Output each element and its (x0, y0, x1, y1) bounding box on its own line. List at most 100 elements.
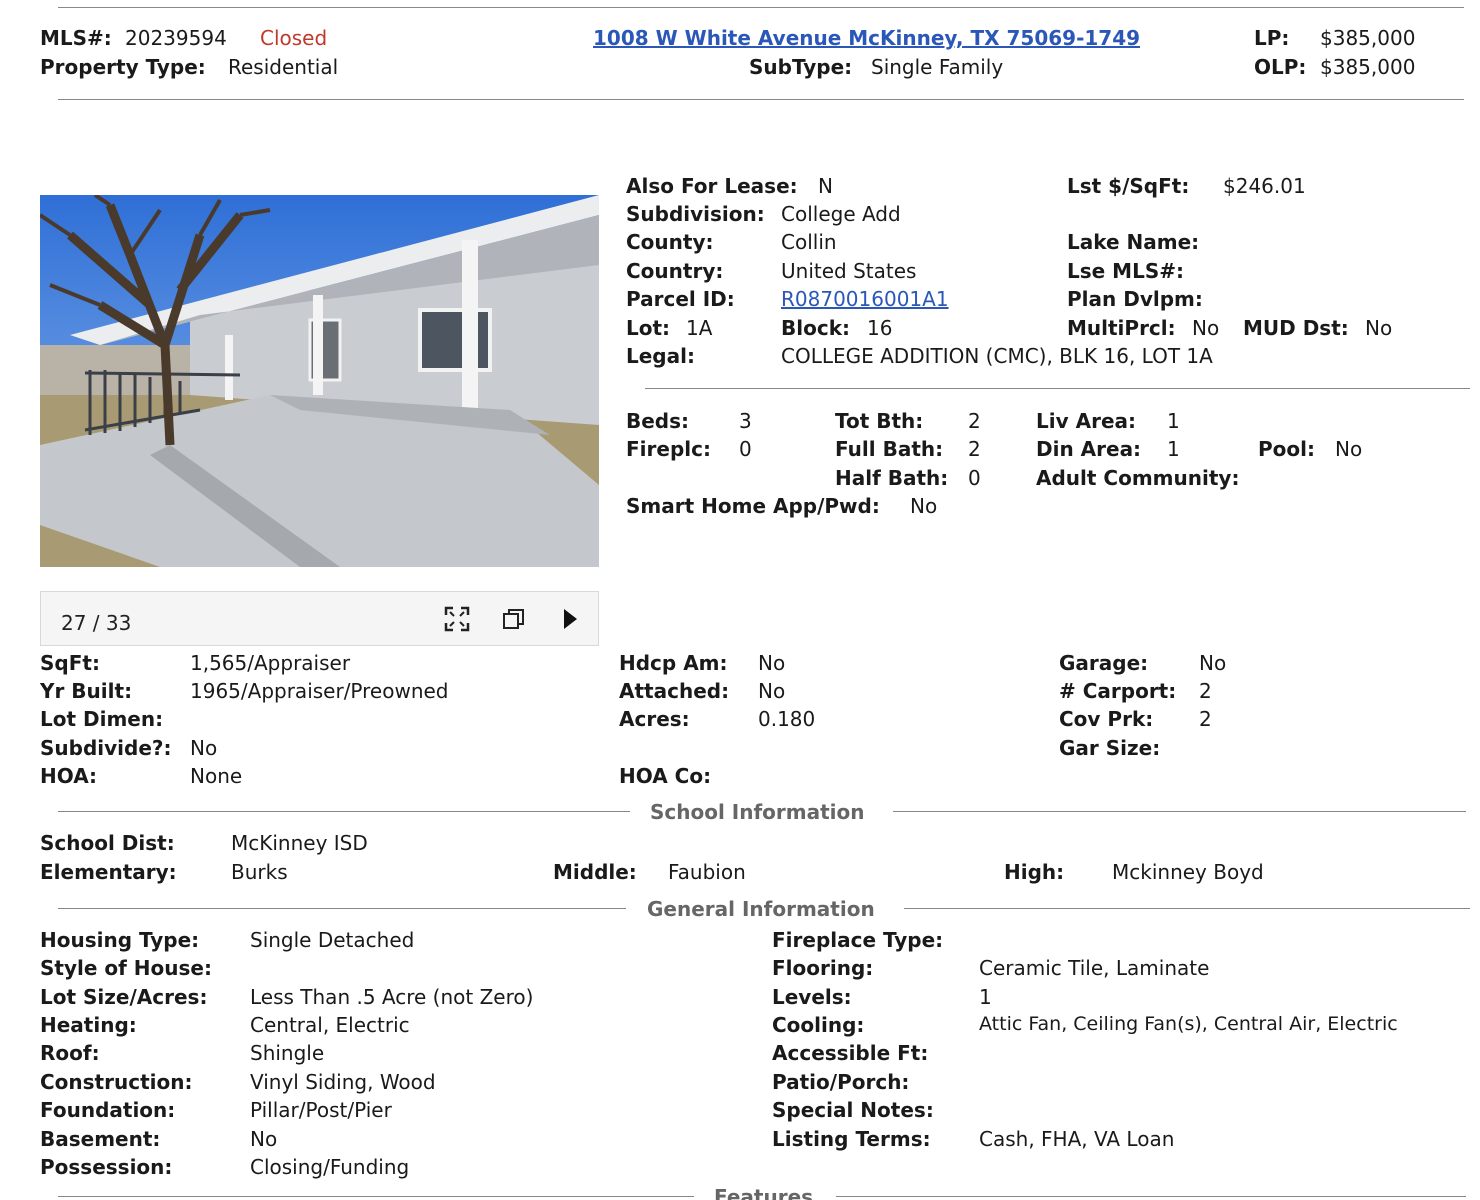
next-arrow-icon[interactable] (557, 606, 583, 632)
full-bath-value: 2 (968, 437, 981, 461)
photo-counter: 27 / 33 (61, 611, 132, 635)
gen-right-label: Patio/Porch: (772, 1070, 910, 1094)
pool-label: Pool: (1258, 437, 1315, 461)
high-value: Mckinney Boyd (1112, 860, 1264, 884)
gen-left-label: Basement: (40, 1127, 161, 1151)
top-rule (58, 7, 1464, 8)
features-section-title: Features (714, 1185, 814, 1200)
property-type-label: Property Type: (40, 55, 206, 79)
gen-left-label: Roof: (40, 1041, 100, 1065)
subtype-value: Single Family (871, 55, 1004, 79)
expand-icon[interactable] (444, 606, 470, 632)
also-for-lease-value: N (818, 174, 833, 198)
elementary-label: Elementary: (40, 860, 177, 884)
school-dist-label: School Dist: (40, 831, 175, 855)
gen-right-label: Levels: (772, 985, 852, 1009)
olp-value: $385,000 (1320, 55, 1416, 79)
legal-label: Legal: (626, 344, 695, 368)
lot-label: Lot: (626, 316, 671, 340)
gen-left-value: Shingle (250, 1041, 325, 1065)
county-label: County: (626, 230, 714, 254)
address-link[interactable]: 1008 W White Avenue McKinney, TX 75069-1… (593, 27, 1140, 50)
gen-right-label: Accessible Ft: (772, 1041, 929, 1065)
block-label: Block: (781, 316, 850, 340)
mud-dst-value: No (1365, 316, 1393, 340)
parcel-id-link[interactable]: R0870016001A1 (781, 288, 949, 311)
fireplc-label: Fireplc: (626, 437, 711, 461)
gen-left-label: Foundation: (40, 1098, 176, 1122)
gen-right-label: Cooling: (772, 1013, 865, 1037)
gen-right-value: Attic Fan, Ceiling Fan(s), Central Air, … (979, 1013, 1398, 1035)
cov-prk-value: 2 (1199, 707, 1212, 731)
lst-sqft-value: $246.01 (1223, 174, 1306, 198)
yr-built-value: 1965/Appraiser/Preowned (190, 679, 449, 703)
status-badge: Closed (260, 26, 328, 50)
gen-left-value: No (250, 1127, 278, 1151)
school-section-title: School Information (650, 800, 865, 824)
subdivision-label: Subdivision: (626, 202, 765, 226)
features-rule-right (836, 1196, 1466, 1197)
lse-mls-label: Lse MLS#: (1067, 259, 1184, 283)
gen-right-value: 1 (979, 985, 992, 1009)
gen-right-label: Fireplace Type: (772, 928, 944, 952)
gen-right-label: Listing Terms: (772, 1127, 931, 1151)
sqft-value: 1,565/Appraiser (190, 651, 351, 675)
gen-right-value: Cash, FHA, VA Loan (979, 1127, 1175, 1151)
smart-home-value: No (910, 494, 938, 518)
gen-right-value: Ceramic Tile, Laminate (979, 956, 1210, 980)
block-value: 16 (867, 316, 893, 340)
gen-left-value: Central, Electric (250, 1013, 410, 1037)
hoa-label: HOA: (40, 764, 98, 788)
cov-prk-label: Cov Prk: (1059, 707, 1154, 731)
gen-left-label: Construction: (40, 1070, 193, 1094)
hoa-co-label: HOA Co: (619, 764, 712, 788)
beds-label: Beds: (626, 409, 690, 433)
country-value: United States (781, 259, 917, 283)
liv-area-label: Liv Area: (1036, 409, 1136, 433)
school-rule-right (893, 811, 1466, 812)
gen-left-value: Vinyl Siding, Wood (250, 1070, 436, 1094)
features-rule-left (58, 1196, 694, 1197)
gen-left-label: Heating: (40, 1013, 137, 1037)
tot-bth-value: 2 (968, 409, 981, 433)
school-rule-left (58, 811, 630, 812)
country-label: Country: (626, 259, 724, 283)
gen-left-value: Single Detached (250, 928, 415, 952)
carport-label: # Carport: (1059, 679, 1177, 703)
subtype-label: SubType: (749, 55, 853, 79)
half-bath-label: Half Bath: (835, 466, 949, 490)
yr-built-label: Yr Built: (40, 679, 133, 703)
multiprcl-value: No (1192, 316, 1220, 340)
subdivision-value: College Add (781, 202, 901, 226)
general-rule-right (904, 908, 1470, 909)
attached-value: No (758, 679, 786, 703)
popout-icon[interactable] (501, 606, 527, 632)
lot-dimen-label: Lot Dimen: (40, 707, 164, 731)
summary-rule (645, 388, 1470, 389)
middle-label: Middle: (553, 860, 637, 884)
header-rule (58, 99, 1464, 100)
property-photo[interactable] (40, 195, 599, 567)
lst-sqft-label: Lst $/SqFt: (1067, 174, 1190, 198)
attached-label: Attached: (619, 679, 730, 703)
din-area-value: 1 (1167, 437, 1180, 461)
smart-home-label: Smart Home App/Pwd: (626, 494, 880, 518)
full-bath-label: Full Bath: (835, 437, 944, 461)
gen-left-label: Housing Type: (40, 928, 200, 952)
plan-dvlpm-label: Plan Dvlpm: (1067, 287, 1203, 311)
sqft-label: SqFt: (40, 651, 100, 675)
gen-left-label: Possession: (40, 1155, 173, 1179)
garage-label: Garage: (1059, 651, 1149, 675)
mls-value: 20239594 (125, 26, 227, 50)
gen-right-label: Flooring: (772, 956, 874, 980)
carport-value: 2 (1199, 679, 1212, 703)
hdcp-am-value: No (758, 651, 786, 675)
legal-value: COLLEGE ADDITION (CMC), BLK 16, LOT 1A (781, 344, 1213, 368)
lp-value: $385,000 (1320, 26, 1416, 50)
gen-left-value: Less Than .5 Acre (not Zero) (250, 985, 534, 1009)
subdivide-value: No (190, 736, 218, 760)
pool-value: No (1335, 437, 1363, 461)
subdivide-label: Subdivide?: (40, 736, 172, 760)
property-type-value: Residential (228, 55, 339, 79)
fireplc-value: 0 (739, 437, 752, 461)
